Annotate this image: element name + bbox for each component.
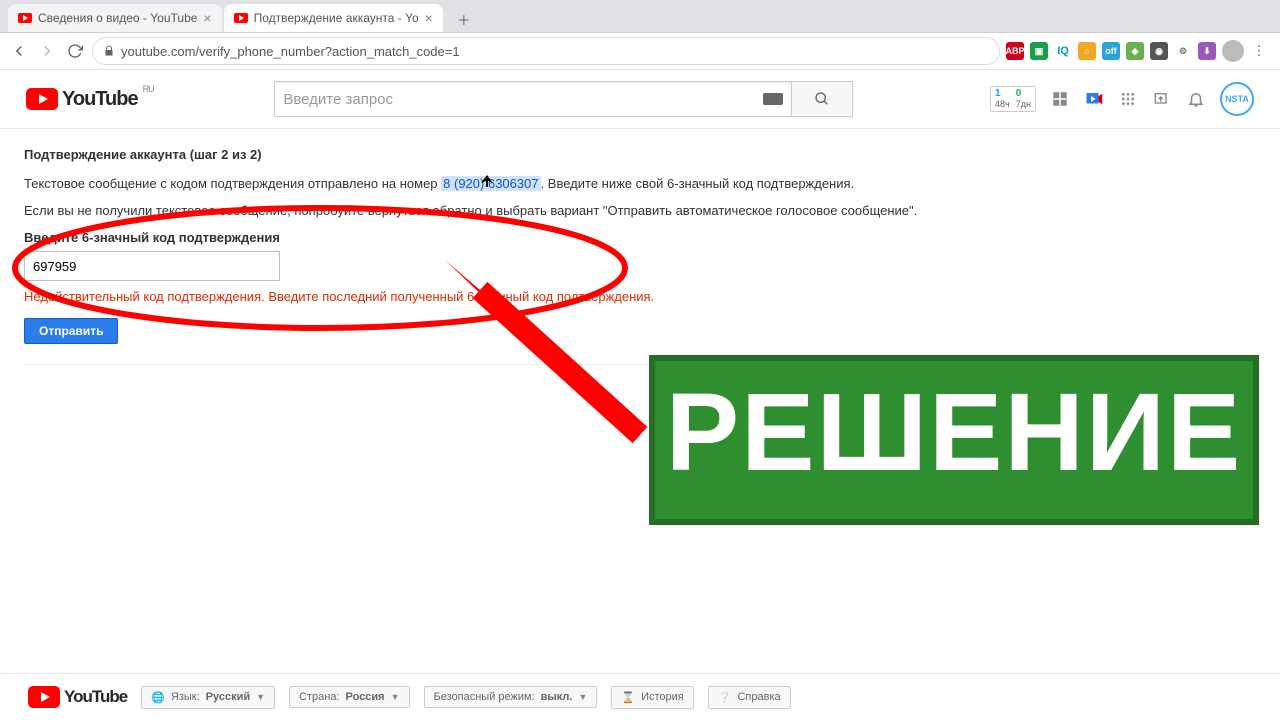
stats-badge[interactable]: 148ч 07дн	[990, 86, 1036, 112]
youtube-favicon-icon	[18, 11, 32, 25]
extension-icon[interactable]: ◉	[1150, 42, 1168, 60]
search-placeholder: Введите запрос	[283, 91, 393, 108]
studio-icon[interactable]	[1084, 89, 1104, 109]
extension-icon[interactable]: ◆	[1126, 42, 1144, 60]
url-text: youtube.com/verify_phone_number?action_m…	[121, 44, 460, 59]
browser-tab-0[interactable]: Сведения о видео - YouTube ×	[8, 4, 222, 32]
address-bar[interactable]: youtube.com/verify_phone_number?action_m…	[92, 37, 1000, 65]
youtube-header: YouTubeRU Введите запрос 148ч 07дн NSTA	[0, 70, 1280, 129]
tab-title: Сведения о видео - YouTube	[38, 11, 197, 25]
extension-icon[interactable]: IQ	[1054, 42, 1072, 60]
browser-toolbar: youtube.com/verify_phone_number?action_m…	[0, 33, 1280, 70]
back-icon[interactable]	[8, 40, 30, 62]
extension-icon[interactable]: ⌂	[1078, 42, 1096, 60]
divider	[24, 364, 1256, 365]
adblock-icon[interactable]: ABP	[1006, 42, 1024, 60]
browser-menu-icon[interactable]: ⋮	[1250, 43, 1268, 59]
youtube-logo-footer[interactable]: YouTube	[28, 686, 127, 708]
help-icon: ❔	[718, 691, 732, 704]
code-input[interactable]	[24, 251, 280, 281]
language-selector[interactable]: 🌐 Язык: Русский ▼	[141, 686, 275, 709]
extension-icon[interactable]: off	[1102, 42, 1120, 60]
footer: YouTube 🌐 Язык: Русский ▼ Страна: Россия…	[0, 673, 1280, 720]
search-bar: Введите запрос	[274, 81, 853, 117]
close-tab-icon[interactable]: ×	[425, 10, 433, 26]
youtube-favicon-icon	[234, 11, 248, 25]
info-line-2: Если вы не получили текстовое сообщение,…	[24, 203, 1256, 218]
history-button[interactable]: ⌛История	[611, 686, 693, 709]
error-message: Недействительный код подтверждения. Введ…	[24, 289, 1256, 304]
search-button[interactable]	[792, 81, 853, 117]
close-tab-icon[interactable]: ×	[203, 10, 211, 26]
youtube-logo[interactable]: YouTubeRU	[26, 88, 138, 111]
header-actions: 148ч 07дн NSTA	[990, 82, 1254, 116]
extension-icon[interactable]: ⬇	[1198, 42, 1216, 60]
info-line-1: Текстовое сообщение с кодом подтверждени…	[24, 176, 1256, 191]
svg-text:РЕШЕНИЕ: РЕШЕНИЕ	[666, 371, 1243, 494]
country-selector[interactable]: Страна: Россия ▼	[289, 686, 409, 708]
extension-icon[interactable]: ▣	[1030, 42, 1048, 60]
browser-tab-1[interactable]: Подтверждение аккаунта - Yo ×	[224, 4, 443, 32]
lock-icon	[103, 45, 115, 57]
code-field-label: Введите 6-значный код подтверждения	[24, 230, 1256, 245]
browser-tabstrip: Сведения о видео - YouTube × Подтвержден…	[0, 0, 1280, 33]
apps-icon[interactable]	[1118, 89, 1138, 109]
help-button[interactable]: ❔Справка	[708, 686, 791, 709]
verify-content: Подтверждение аккаунта (шаг 2 из 2) Текс…	[0, 129, 1280, 383]
reload-icon[interactable]	[64, 40, 86, 62]
keyboard-icon[interactable]	[763, 93, 783, 105]
settings-icon[interactable]: ⚙	[1174, 42, 1192, 60]
forward-icon[interactable]	[36, 40, 58, 62]
youtube-brand-text: YouTube	[64, 687, 127, 707]
submit-button[interactable]: Отправить	[24, 318, 118, 344]
phone-number: 8 (920) 6306307	[441, 176, 540, 191]
youtube-play-icon	[26, 88, 58, 110]
youtube-brand-text: YouTubeRU	[62, 88, 138, 111]
extensions-area: ABP ▣ IQ ⌂ off ◆ ◉ ⚙ ⬇ ⋮	[1006, 40, 1272, 62]
youtube-play-icon	[28, 686, 60, 708]
new-tab-button[interactable]: ＋	[451, 6, 477, 32]
safemode-selector[interactable]: Безопасный режим: выкл. ▼	[424, 686, 598, 708]
page-title: Подтверждение аккаунта (шаг 2 из 2)	[24, 147, 1256, 162]
history-icon: ⌛	[621, 691, 635, 704]
bell-icon[interactable]	[1186, 89, 1206, 109]
upload-icon[interactable]	[1152, 89, 1172, 109]
profile-avatar-icon[interactable]	[1222, 40, 1244, 62]
user-avatar[interactable]: NSTA	[1220, 82, 1254, 116]
search-input[interactable]: Введите запрос	[274, 81, 792, 117]
dashboard-icon[interactable]	[1050, 89, 1070, 109]
tab-title: Подтверждение аккаунта - Yo	[254, 11, 419, 25]
globe-icon: 🌐	[151, 691, 165, 704]
